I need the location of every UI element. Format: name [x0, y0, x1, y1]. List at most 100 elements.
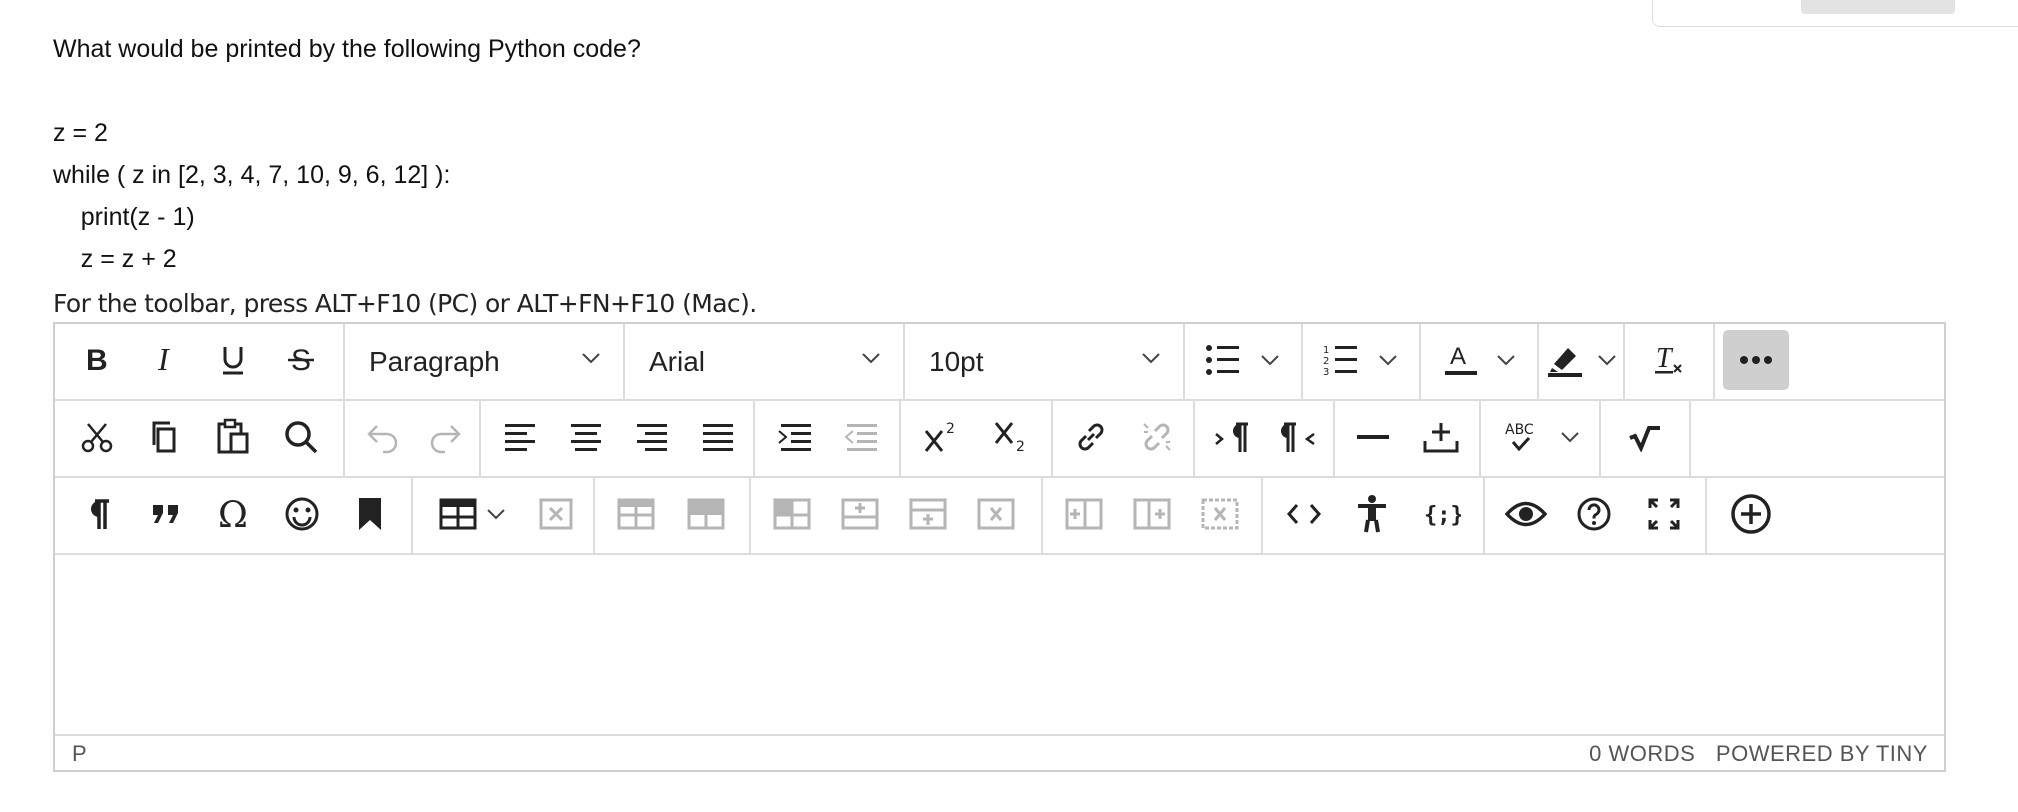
code-line-4: z = z + 2 — [53, 245, 177, 273]
chevron-down-icon — [862, 353, 880, 364]
block-format-select[interactable]: Paragraph — [345, 324, 625, 399]
align-center-icon — [571, 424, 601, 451]
indent-button[interactable] — [763, 407, 827, 467]
accessibility-checker-button[interactable] — [1339, 484, 1405, 544]
underline-button[interactable] — [203, 330, 263, 390]
font-family-select[interactable]: Arial — [625, 324, 905, 399]
insert-plus-icon — [1423, 423, 1459, 453]
special-character-button[interactable]: Ω — [203, 484, 265, 544]
code-sample-button[interactable]: {;} — [1409, 484, 1475, 544]
chevron-down-icon — [582, 353, 600, 364]
powered-by-link[interactable]: POWERED BY TINY — [1716, 741, 1928, 766]
eye-icon — [1505, 501, 1547, 527]
highlight-color-button[interactable] — [1539, 330, 1625, 390]
element-path[interactable]: P — [72, 741, 87, 767]
subscript-icon: 2 — [994, 422, 1025, 455]
clipboard-icon — [217, 418, 249, 454]
table-delete-col-button[interactable] — [1187, 484, 1253, 544]
spellcheck-button[interactable]: ABC — [1489, 407, 1593, 467]
font-family-value: Arial — [649, 345, 706, 377]
subscript-button[interactable]: 2 — [979, 407, 1045, 467]
preview-button[interactable] — [1493, 484, 1559, 544]
align-left-button[interactable] — [489, 407, 551, 467]
text-color-button[interactable]: A — [1429, 330, 1529, 390]
paste-button[interactable] — [203, 407, 263, 467]
history-group — [345, 401, 481, 476]
omega-icon: Ω — [218, 496, 248, 532]
table-rows-group — [751, 478, 1043, 553]
word-count[interactable]: 0 WORDS — [1589, 741, 1695, 766]
table-insert-col-before-icon — [1065, 498, 1103, 530]
numbered-list-icon: 123 — [1323, 345, 1357, 377]
align-center-button[interactable] — [555, 407, 617, 467]
ltr-button[interactable] — [1201, 407, 1265, 467]
italic-button[interactable]: I — [135, 330, 195, 390]
table-icon — [439, 498, 477, 530]
table-delete-row-button[interactable] — [963, 484, 1029, 544]
undo-button[interactable] — [353, 407, 413, 467]
italic-icon: I — [157, 345, 170, 375]
font-size-select[interactable]: 10pt — [905, 324, 1185, 399]
superscript-button[interactable]: 2 — [909, 407, 975, 467]
redo-button[interactable] — [415, 407, 475, 467]
svg-text:2: 2 — [1323, 356, 1329, 367]
cut-button[interactable] — [67, 407, 127, 467]
table-cell-props-button[interactable] — [673, 484, 739, 544]
fullscreen-button[interactable] — [1631, 484, 1697, 544]
align-left-icon — [505, 424, 535, 451]
copy-button[interactable] — [135, 407, 195, 467]
add-content-button[interactable] — [1717, 484, 1785, 544]
spellcheck-icon: ABC — [1505, 422, 1534, 452]
square-root-icon — [1629, 426, 1660, 452]
align-justify-button[interactable] — [687, 407, 749, 467]
view-tools-group: {;} — [1263, 478, 1485, 553]
top-panel-button[interactable] — [1801, 0, 1955, 14]
strikethrough-button[interactable]: S — [271, 330, 331, 390]
table-split-cells-icon — [773, 498, 811, 530]
more-toolbar-button[interactable] — [1723, 330, 1789, 390]
help-button[interactable] — [1561, 484, 1627, 544]
table-insert-col-after-icon — [1133, 498, 1171, 530]
table-cols-group — [1043, 478, 1263, 553]
table-insert-row-after-button[interactable] — [895, 484, 961, 544]
table-row-props-icon — [617, 498, 655, 530]
fullscreen-icon — [1648, 498, 1680, 530]
indent-icon — [778, 424, 811, 451]
source-code-button[interactable] — [1271, 484, 1337, 544]
chevron-down-icon — [1598, 355, 1616, 366]
bold-icon: B — [86, 345, 108, 375]
insert-link-button[interactable] — [1059, 407, 1123, 467]
emoticons-button[interactable] — [271, 484, 333, 544]
rtl-button[interactable] — [1267, 407, 1331, 467]
align-right-button[interactable] — [621, 407, 683, 467]
bullet-list-button[interactable] — [1193, 330, 1293, 390]
top-right-panel — [1652, 0, 2018, 27]
table-row-props-button[interactable] — [603, 484, 669, 544]
toolbar-row-1: B I S Paragraph Arial 10pt 1 2 3 A T — [55, 324, 1944, 401]
clear-formatting-button[interactable]: T — [1639, 330, 1699, 390]
math-equation-button[interactable] — [1613, 407, 1677, 467]
show-blocks-button[interactable] — [67, 484, 129, 544]
insert-table-button[interactable] — [427, 484, 519, 544]
table-insert-col-before-button[interactable] — [1051, 484, 1117, 544]
svg-text:I: I — [157, 345, 170, 375]
blockquote-button[interactable] — [135, 484, 197, 544]
table-insert-row-before-button[interactable] — [827, 484, 893, 544]
table-insert-col-after-button[interactable] — [1119, 484, 1185, 544]
anchor-button[interactable] — [339, 484, 401, 544]
numbered-list-button[interactable]: 123 — [1311, 330, 1411, 390]
ltr-icon — [1215, 422, 1248, 452]
delete-table-button[interactable] — [525, 484, 587, 544]
table-split-cells-button[interactable] — [759, 484, 825, 544]
outdent-button[interactable] — [829, 407, 893, 467]
insert-button[interactable] — [1409, 407, 1473, 467]
find-button[interactable] — [271, 407, 331, 467]
bold-button[interactable]: B — [67, 330, 127, 390]
remove-link-button[interactable] — [1125, 407, 1189, 467]
editor-content-area[interactable] — [55, 555, 1944, 736]
direction-group — [1195, 401, 1335, 476]
outdent-icon — [844, 424, 877, 451]
toolbar-hint: For the toolbar, press ALT+F10 (PC) or A… — [53, 289, 757, 318]
indent-group — [755, 401, 901, 476]
horizontal-line-button[interactable] — [1341, 407, 1405, 467]
